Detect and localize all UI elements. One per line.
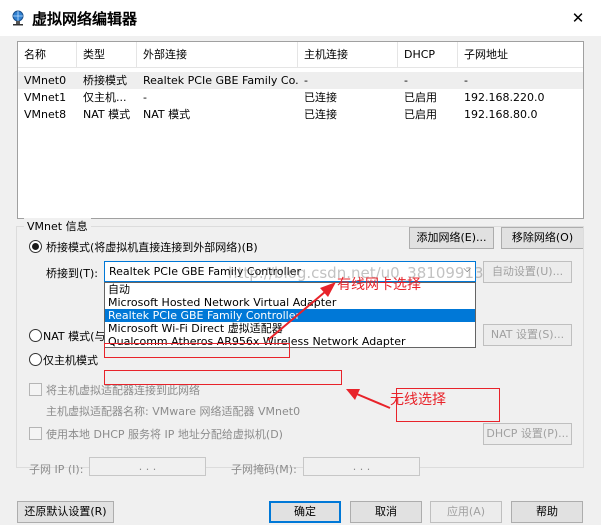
annotation-arrows (267, 282, 391, 409)
annotation-wired: 有线网卡选择 (337, 277, 421, 293)
annotation-wireless: 无线选择 (390, 392, 446, 408)
